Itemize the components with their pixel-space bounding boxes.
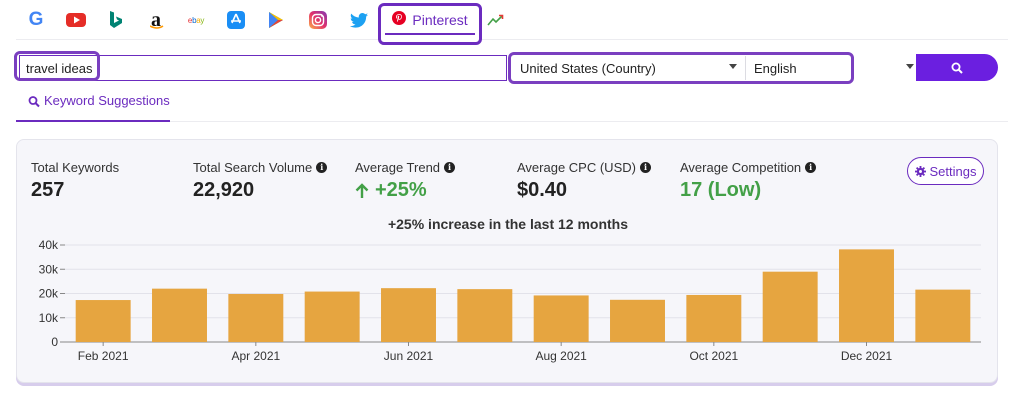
tab-keyword-suggestions[interactable]: Keyword Suggestions [16,93,170,122]
x-tick-label: Jun 2021 [384,349,434,363]
chart-bar[interactable] [457,289,513,342]
search-icon [28,96,40,108]
chart-bar[interactable] [610,299,665,342]
chart-bar[interactable] [915,289,971,342]
x-tick-label: Apr 2021 [231,349,280,363]
engine-tab-bar: G a ebay Pinterest [16,0,1008,45]
trend-line-icon[interactable] [487,13,505,32]
chart-bar[interactable] [533,295,589,342]
chevron-down-icon [906,64,914,69]
y-tick-label: 20k [39,287,59,301]
pinterest-icon [392,10,407,30]
tab-keyword-suggestions-label: Keyword Suggestions [44,93,170,108]
search-volume-bar-chart: 0 10k 20k 30k 40k Feb 2021 Apr 2021 Jun 2021 Aug… [39,238,981,363]
chart-bar[interactable] [381,288,436,342]
ebay-icon[interactable]: ebay [186,10,206,30]
chart-bar[interactable] [304,291,360,342]
amazon-icon[interactable]: a [146,10,166,30]
instagram-icon[interactable] [308,10,328,30]
chart-bar[interactable] [228,293,284,342]
play-store-icon[interactable] [266,10,286,30]
x-tick-label: Feb 2021 [78,349,129,363]
keyword-highlight-outline [14,51,100,81]
chart-bar[interactable] [762,271,818,342]
location-language-highlight-outline [508,52,854,84]
app-store-icon[interactable] [226,10,246,30]
tab-pinterest-label: Pinterest [412,12,468,28]
search-icon [951,62,963,74]
twitter-icon[interactable] [349,10,369,30]
youtube-icon[interactable] [66,10,86,30]
chart-bar[interactable] [75,300,131,342]
y-tick-label: 10k [39,311,59,325]
chart-bar[interactable] [152,288,207,342]
chart-bar[interactable] [839,249,894,342]
y-tick-label: 0 [51,335,58,349]
x-tick-label: Aug 2021 [535,349,587,363]
chart-bar[interactable] [686,294,742,342]
google-icon[interactable]: G [26,10,46,30]
tab-pinterest[interactable]: Pinterest [378,3,482,45]
bing-icon[interactable] [106,10,126,30]
y-tick-label: 30k [39,262,59,276]
x-tick-label: Dec 2021 [841,349,893,363]
keyword-stats-card: Total Keywords 257 Total Search Volume i … [16,139,998,383]
search-button[interactable] [916,54,998,81]
x-tick-label: Oct 2021 [689,349,738,363]
y-tick-label: 40k [39,238,59,252]
